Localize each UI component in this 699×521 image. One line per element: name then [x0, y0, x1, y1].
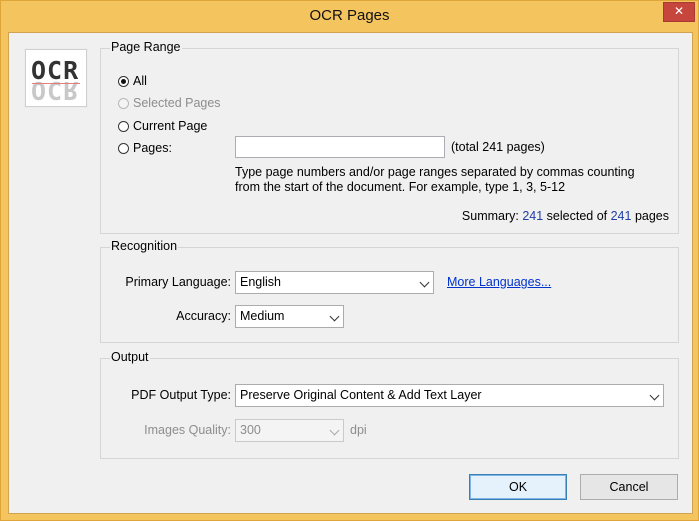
primary-language-value: English	[240, 275, 281, 289]
help-text-line1: Type page numbers and/or page ranges sep…	[235, 165, 635, 179]
primary-language-label: Primary Language:	[125, 275, 231, 289]
radio-all[interactable]: All	[118, 74, 147, 88]
pdf-output-type-select[interactable]: Preserve Original Content & Add Text Lay…	[235, 384, 664, 407]
radio-current-page[interactable]: Current Page	[118, 119, 207, 133]
radio-pages-indicator[interactable]	[118, 142, 129, 154]
accuracy-value: Medium	[240, 309, 285, 323]
accuracy-label: Accuracy:	[176, 309, 231, 323]
radio-selected-pages-label: Selected Pages	[133, 96, 221, 110]
page-range-legend: Page Range	[110, 40, 182, 54]
window-title: OCR Pages	[309, 7, 390, 24]
pdf-output-type-label: PDF Output Type:	[131, 388, 231, 402]
radio-pages[interactable]: Pages:	[118, 141, 172, 155]
pages-input[interactable]	[235, 136, 445, 158]
primary-language-select[interactable]: English	[235, 271, 434, 294]
output-group: Output PDF Output Type: Preserve Origina…	[100, 350, 679, 459]
radio-current-page-label: Current Page	[133, 119, 208, 133]
chevron-down-icon	[329, 311, 340, 322]
summary-text: Summary: 241 selected of 241 pages	[462, 209, 669, 223]
ocr-logo: OCR OCR	[25, 49, 87, 107]
radio-all-label: All	[133, 74, 147, 88]
radio-current-page-indicator[interactable]	[118, 120, 129, 132]
radio-all-indicator[interactable]	[118, 75, 129, 87]
page-range-group: Page Range All Selected Pages Current Pa…	[100, 40, 679, 234]
ocr-logo-baseline	[32, 83, 80, 84]
images-quality-value: 300	[240, 423, 261, 437]
summary-selected-count: 241	[522, 209, 544, 223]
summary-suffix: pages	[631, 209, 669, 223]
output-legend: Output	[110, 350, 150, 364]
summary-total-count: 241	[610, 209, 632, 223]
cancel-button[interactable]: Cancel	[580, 474, 678, 500]
title-bar[interactable]: OCR Pages ✕	[1, 1, 698, 33]
recognition-legend: Recognition	[110, 239, 179, 253]
pdf-output-type-value: Preserve Original Content & Add Text Lay…	[240, 388, 482, 402]
help-text-line2: from the start of the document. For exam…	[235, 180, 566, 194]
accuracy-select[interactable]: Medium	[235, 305, 344, 328]
radio-pages-label: Pages:	[133, 141, 172, 155]
chevron-down-icon	[649, 390, 660, 401]
ok-button[interactable]: OK	[469, 474, 567, 500]
dialog-body: OCR OCR Page Range All Selected Pages Cu…	[8, 32, 693, 514]
radio-selected-pages-indicator[interactable]	[118, 97, 129, 109]
ocr-pages-dialog: OCR Pages ✕ OCR OCR Page Range All Selec…	[0, 0, 699, 521]
chevron-down-icon	[419, 277, 430, 288]
images-quality-label: Images Quality:	[144, 423, 231, 437]
ocr-logo-reflection: OCR	[31, 76, 80, 105]
more-languages-link[interactable]: More Languages...	[447, 275, 551, 289]
total-pages-text: (total 241 pages)	[451, 140, 545, 154]
radio-selected-pages[interactable]: Selected Pages	[118, 96, 221, 110]
recognition-group: Recognition Primary Language: English Mo…	[100, 239, 679, 343]
summary-middle: selected of	[543, 209, 611, 223]
close-button[interactable]: ✕	[663, 2, 695, 22]
chevron-down-icon	[329, 425, 340, 436]
summary-prefix: Summary:	[461, 209, 523, 223]
images-quality-select[interactable]: 300	[235, 419, 344, 442]
images-quality-unit: dpi	[350, 423, 367, 437]
